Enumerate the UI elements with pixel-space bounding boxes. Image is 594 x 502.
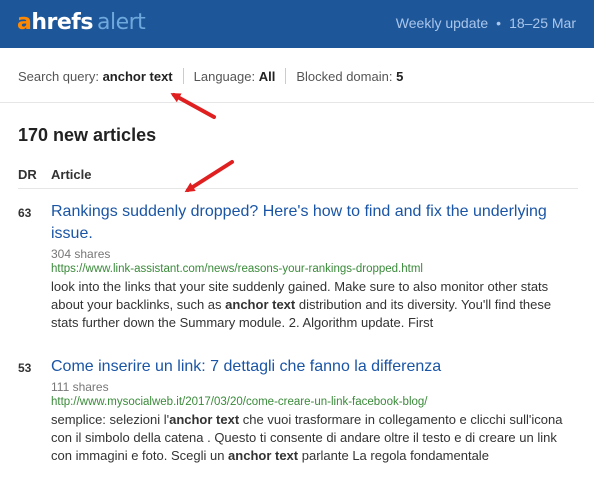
- ahrefs-alert-logo[interactable]: ahrefs alert: [17, 10, 146, 35]
- article-url[interactable]: https://www.link-assistant.com/news/reas…: [51, 263, 423, 275]
- section-divider: [0, 102, 594, 103]
- article-title-link[interactable]: Come inserire un link: 7 dettagli che fa…: [51, 356, 571, 378]
- update-label: Weekly update: [395, 15, 489, 31]
- filter-divider: [285, 68, 287, 84]
- article-title-link[interactable]: Rankings suddenly dropped? Here's how to…: [51, 201, 571, 245]
- snippet-text: parlante La regola fondamentale: [298, 448, 489, 463]
- logo-letter-a: a: [17, 10, 32, 35]
- snippet-text: semplice: selezioni l': [51, 412, 170, 427]
- logo-alert-text: alert: [96, 10, 146, 35]
- language-value: All: [258, 68, 276, 84]
- header-bar: ahrefs alert Weekly update • 18–25 Mar: [0, 0, 594, 48]
- snippet-keyword: anchor text: [228, 448, 299, 463]
- update-info: Weekly update • 18–25 Mar: [396, 15, 576, 31]
- articles-count: 170 new articles: [18, 125, 157, 145]
- domain-rating: 53: [18, 361, 32, 375]
- snippet-keyword: anchor text: [225, 297, 296, 312]
- separator-dot: •: [496, 15, 502, 31]
- header-divider: [18, 188, 578, 189]
- red-arrow-icon: [170, 93, 216, 119]
- article-snippet: semplice: selezioni l'anchor text che vu…: [51, 411, 576, 465]
- article-url[interactable]: http://www.mysocialweb.it/2017/03/20/com…: [51, 396, 428, 408]
- domain-rating: 63: [18, 206, 32, 220]
- red-arrow-icon: [184, 160, 234, 193]
- filter-summary: Search query: anchor text Language: All …: [18, 68, 403, 84]
- blocked-value: 5: [396, 68, 404, 84]
- shares-count: 111 shares: [51, 380, 109, 394]
- logo-brand-text: hrefs: [31, 10, 93, 35]
- blocked-label: Blocked domain:: [296, 68, 393, 84]
- column-header-dr: DR: [18, 167, 37, 182]
- language-label: Language:: [193, 68, 256, 84]
- date-range: 18–25 Mar: [509, 15, 576, 31]
- query-label: Search query:: [18, 68, 99, 84]
- shares-count: 304 shares: [51, 247, 111, 261]
- column-header-article: Article: [51, 167, 92, 182]
- filter-divider: [182, 68, 184, 84]
- snippet-keyword: anchor text: [169, 412, 240, 427]
- article-snippet: look into the links that your site sudde…: [51, 278, 576, 332]
- query-value: anchor text: [102, 68, 173, 84]
